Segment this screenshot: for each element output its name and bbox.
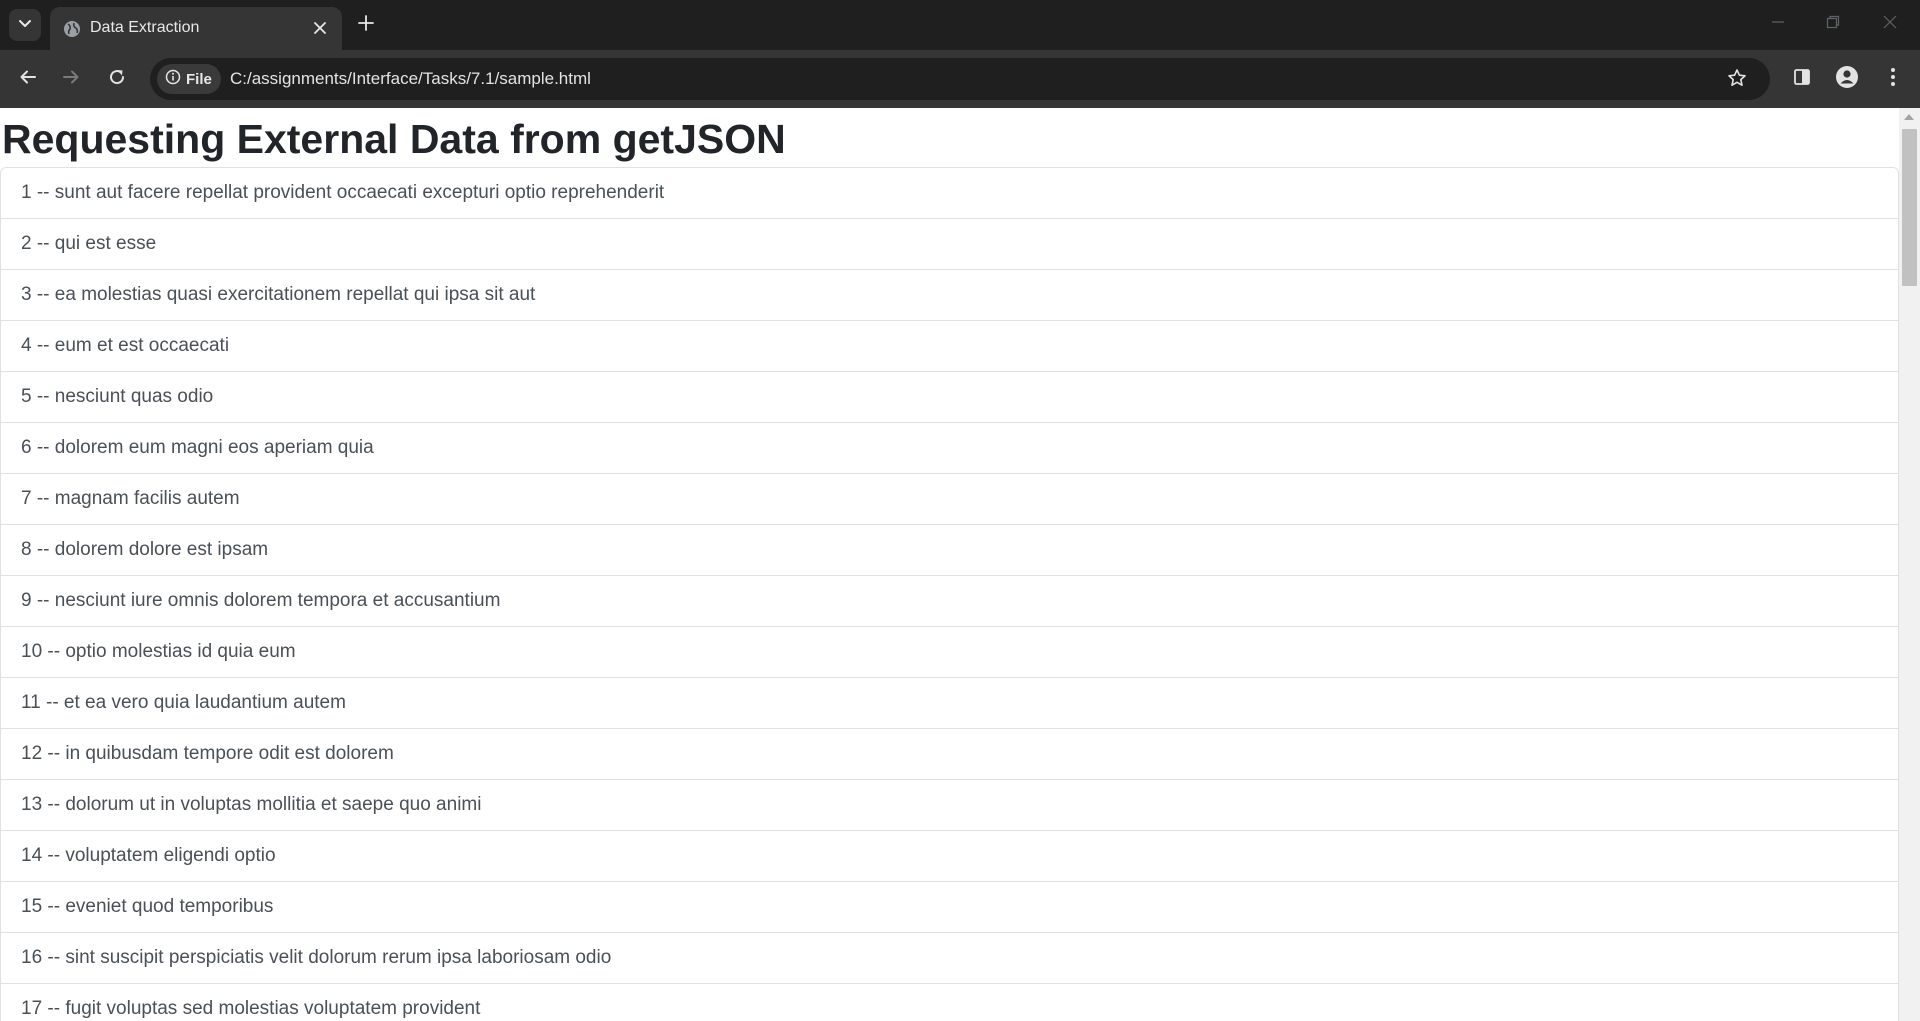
- minimize-button[interactable]: [1760, 10, 1796, 38]
- browser-toolbar: File C:/assignments/Interface/Tasks/7.1/…: [0, 50, 1920, 108]
- list-item: 5 -- nesciunt quas odio: [1, 372, 1898, 423]
- list-item: 3 -- ea molestias quasi exercitationem r…: [1, 270, 1898, 321]
- post-list: 1 -- sunt aut facere repellat provident …: [0, 167, 1899, 1021]
- list-item: 16 -- sint suscipit perspiciatis velit d…: [1, 933, 1898, 984]
- list-item: 4 -- eum et est occaecati: [1, 321, 1898, 372]
- plus-icon: [358, 14, 374, 36]
- list-item: 12 -- in quibusdam tempore odit est dolo…: [1, 729, 1898, 780]
- page-title: Requesting External Data from getJSON: [2, 116, 786, 162]
- address-bar[interactable]: File C:/assignments/Interface/Tasks/7.1/…: [150, 58, 1770, 100]
- back-button[interactable]: [12, 63, 44, 95]
- reload-icon: [108, 68, 126, 91]
- tab-search-icon: [18, 16, 32, 35]
- list-item: 7 -- magnam facilis autem: [1, 474, 1898, 525]
- window-close-icon: [1883, 15, 1897, 34]
- list-item: 14 -- voluptatem eligendi optio: [1, 831, 1898, 882]
- info-icon: [165, 69, 181, 90]
- list-item: 10 -- optio molestias id quia eum: [1, 627, 1898, 678]
- bookmark-button[interactable]: [1724, 67, 1750, 93]
- list-item: 9 -- nesciunt iure omnis dolorem tempora…: [1, 576, 1898, 627]
- profile-button[interactable]: [1831, 63, 1863, 95]
- side-panel-icon: [1793, 68, 1811, 91]
- window-close-button[interactable]: [1872, 10, 1908, 38]
- vertical-scrollbar[interactable]: [1899, 108, 1920, 1021]
- site-info-label: File: [186, 70, 212, 88]
- list-item: 8 -- dolorem dolore est ipsam: [1, 525, 1898, 576]
- list-item: 1 -- sunt aut facere repellat provident …: [1, 168, 1898, 219]
- side-panel-button[interactable]: [1786, 63, 1818, 95]
- tab-strip: Data Extraction: [0, 0, 1920, 50]
- site-info-chip[interactable]: File: [157, 64, 221, 94]
- new-tab-button[interactable]: [352, 11, 380, 39]
- list-item: 2 -- qui est esse: [1, 219, 1898, 270]
- kebab-menu-icon: [1890, 67, 1896, 92]
- scroll-up-arrow-icon[interactable]: [1904, 114, 1914, 120]
- reload-button[interactable]: [101, 63, 133, 95]
- profile-icon: [1835, 65, 1859, 94]
- star-icon: [1727, 68, 1747, 93]
- page-viewport: Requesting External Data from getJSON 1 …: [0, 108, 1920, 1021]
- list-item: 17 -- fugit voluptas sed molestias volup…: [1, 984, 1898, 1021]
- close-icon[interactable]: [308, 16, 332, 40]
- back-arrow-icon: [19, 68, 37, 91]
- list-item: 15 -- eveniet quod temporibus: [1, 882, 1898, 933]
- list-item: 6 -- dolorem eum magni eos aperiam quia: [1, 423, 1898, 474]
- browser-menu-button[interactable]: [1877, 63, 1909, 95]
- tab-search-button[interactable]: [9, 9, 41, 41]
- forward-arrow-icon: [62, 68, 80, 91]
- tab-title: Data Extraction: [90, 19, 200, 36]
- minimize-icon: [1771, 15, 1785, 34]
- list-item: 11 -- et ea vero quia laudantium autem: [1, 678, 1898, 729]
- url-text[interactable]: C:/assignments/Interface/Tasks/7.1/sampl…: [230, 68, 591, 90]
- forward-button[interactable]: [55, 63, 87, 95]
- globe-icon: [62, 19, 82, 39]
- active-tab[interactable]: Data Extraction: [50, 7, 342, 50]
- restore-button[interactable]: [1815, 10, 1851, 38]
- restore-icon: [1826, 15, 1840, 34]
- scrollbar-thumb[interactable]: [1902, 129, 1917, 286]
- list-item: 13 -- dolorum ut in voluptas mollitia et…: [1, 780, 1898, 831]
